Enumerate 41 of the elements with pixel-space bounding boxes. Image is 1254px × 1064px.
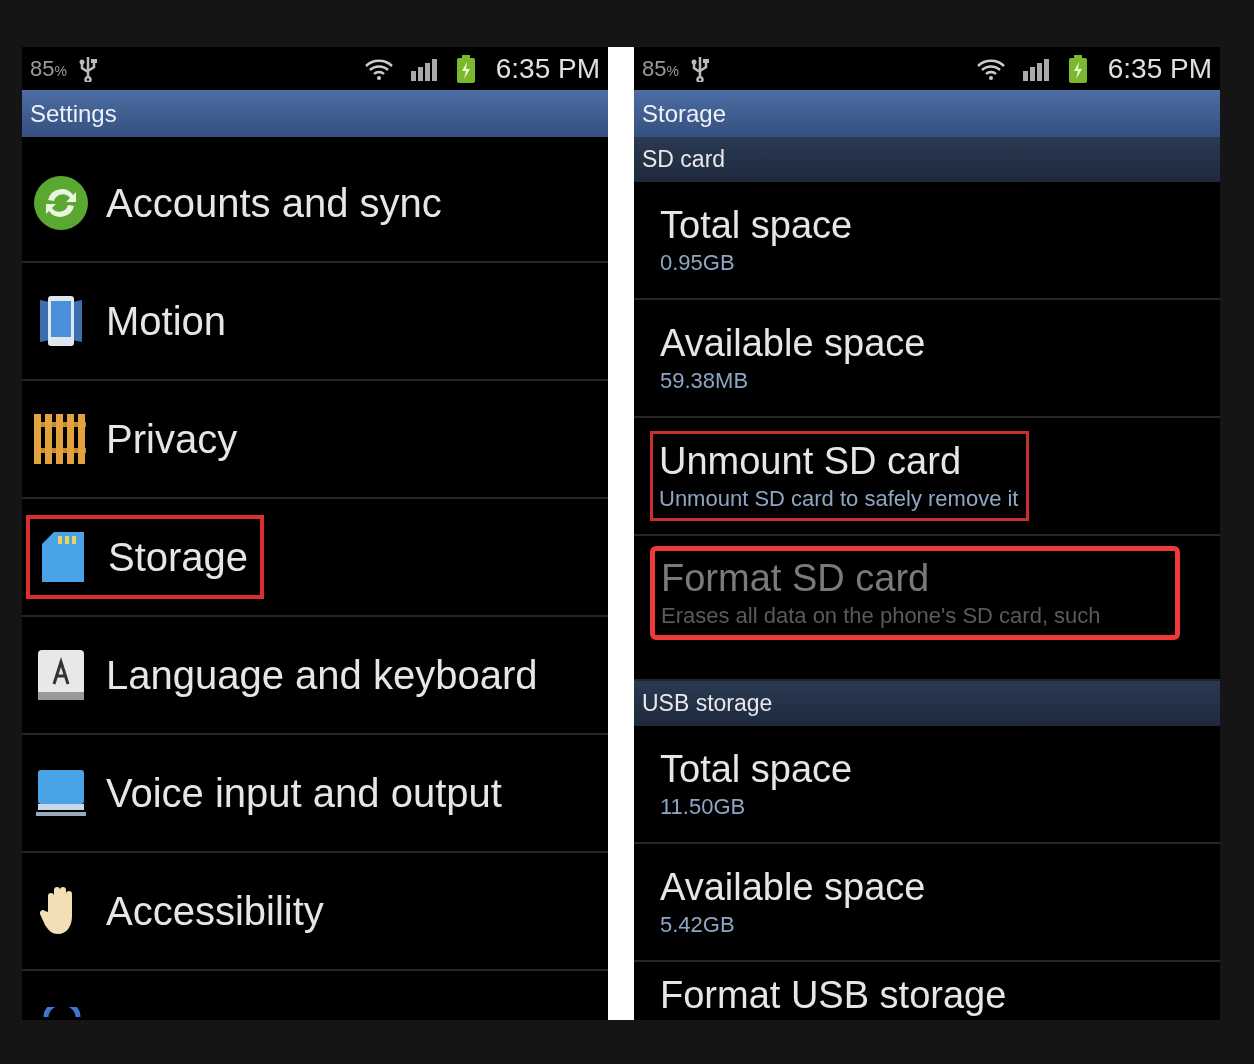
row-subtitle: 5.42GB — [660, 911, 736, 939]
storage-row[interactable]: Available space 5.42GB — [634, 844, 1220, 962]
settings-item[interactable]: Storage — [22, 499, 608, 617]
row-title: Unmount SD card — [659, 439, 962, 484]
battery-percent: 85% — [642, 55, 679, 83]
storage-row[interactable]: Unmount SD card Unmount SD card to safely remove it — [634, 418, 1220, 536]
row-title: Available space — [660, 321, 926, 366]
setting-label: Storage — [108, 534, 249, 581]
screen-title: Storage — [642, 98, 727, 129]
settings-item[interactable]: Language and keyboard — [22, 617, 608, 735]
storage-row[interactable]: Total space 0.95GB — [634, 182, 1220, 300]
row-title: Total space — [660, 747, 853, 792]
row-title: Format USB storage — [660, 973, 1007, 1018]
row-title: Total space — [660, 203, 853, 248]
section-title: USB storage — [642, 689, 773, 719]
row-subtitle: 59.38MB — [660, 367, 750, 395]
row-title: Available space — [660, 865, 926, 910]
storage-row[interactable]: Available space 59.38MB — [634, 300, 1220, 418]
setting-label: Privacy — [106, 416, 238, 463]
clock: 6:35 PM — [495, 51, 600, 86]
row-subtitle: Unmount SD card to safely remove it — [659, 485, 1019, 513]
screen-title: Settings — [30, 98, 117, 129]
battery-percent: 85% — [30, 55, 67, 83]
row-subtitle: 0.95GB — [660, 249, 736, 277]
setting-label: Accessibility — [106, 888, 324, 935]
row-title: Format SD card — [661, 556, 931, 601]
settings-item[interactable]: Motion — [22, 263, 608, 381]
row-subtitle: 11.50GB — [660, 793, 747, 821]
settings-item[interactable]: Privacy — [22, 381, 608, 499]
storage-row[interactable]: Total space 11.50GB — [634, 726, 1220, 844]
storage-row[interactable]: Format USB storage — [634, 962, 1220, 1018]
settings-item[interactable]: Accounts and sync — [22, 145, 608, 263]
setting-label: Voice input and output — [106, 770, 502, 817]
clock: 6:35 PM — [1107, 51, 1212, 86]
settings-item[interactable]: Accessibility — [22, 853, 608, 971]
settings-item[interactable]: Voice input and output — [22, 735, 608, 853]
setting-label: Motion — [106, 298, 227, 345]
section-title: SD card — [642, 145, 726, 175]
setting-label: Language and keyboard — [106, 652, 538, 699]
setting-label: Accounts and sync — [106, 180, 442, 227]
row-subtitle: Erases all data on the phone's SD card, such — [661, 602, 1102, 630]
